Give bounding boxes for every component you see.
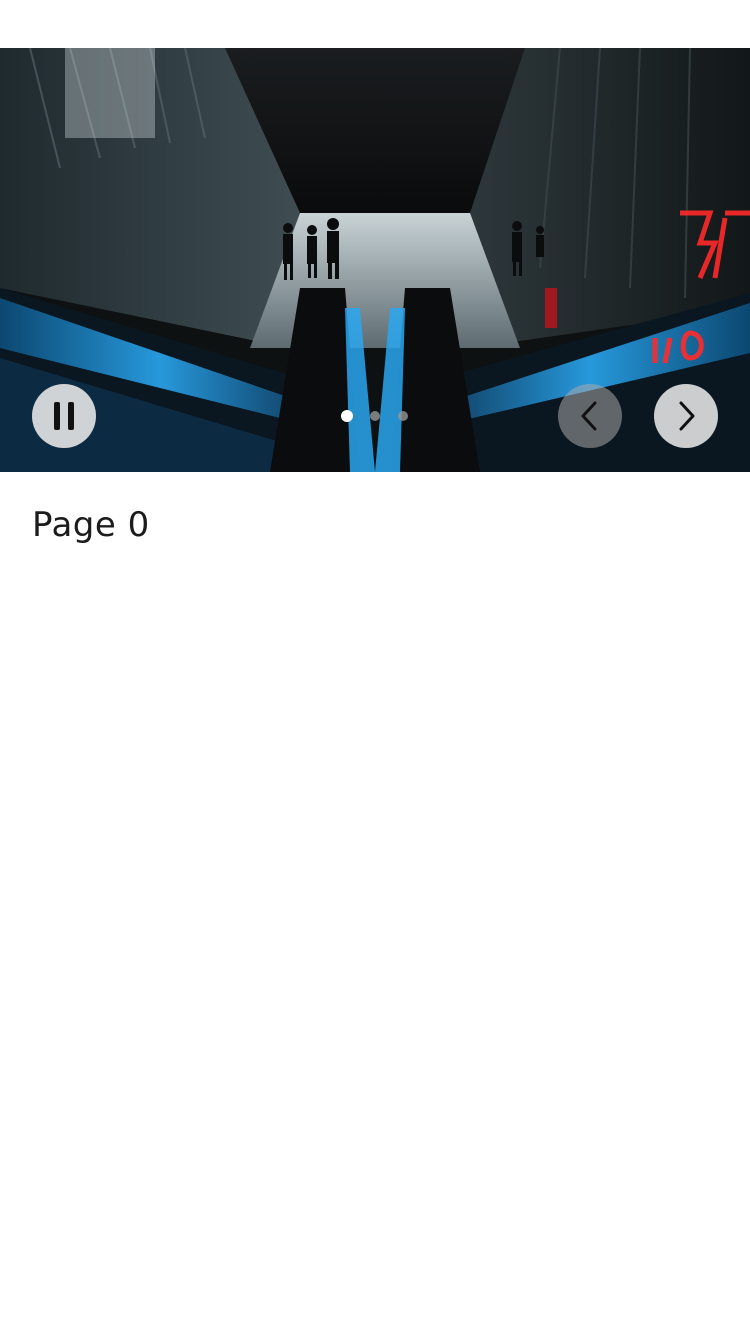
slide-indicator-2[interactable] — [367, 408, 383, 424]
image-carousel — [0, 48, 750, 472]
chevron-left-icon — [581, 401, 597, 431]
pause-icon — [54, 402, 74, 430]
chevron-right-icon — [679, 401, 695, 431]
slide-indicator-1[interactable] — [339, 408, 355, 424]
page-title: Page 0 — [32, 505, 150, 545]
previous-slide-button[interactable] — [558, 384, 622, 448]
slide-indicators — [339, 408, 411, 424]
slide-indicator-3[interactable] — [395, 408, 411, 424]
next-slide-button[interactable] — [654, 384, 718, 448]
pause-button[interactable] — [32, 384, 96, 448]
